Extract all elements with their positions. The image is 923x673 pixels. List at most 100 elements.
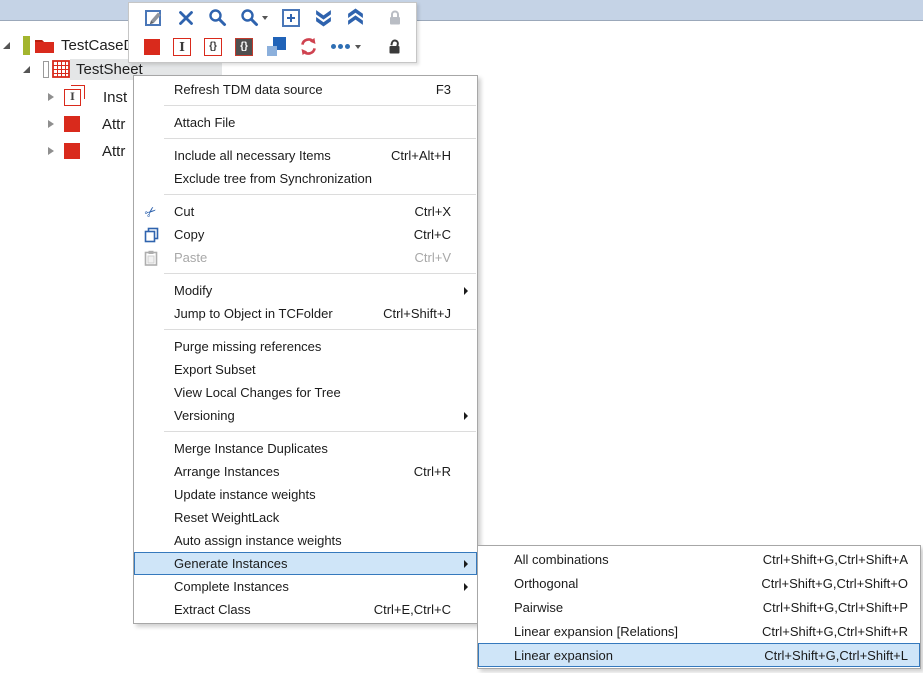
menu-item-exclude-tree[interactable]: Exclude tree from Synchronization bbox=[134, 167, 477, 190]
menu-item-modify[interactable]: Modify bbox=[134, 279, 477, 302]
submenu-arrow-icon bbox=[464, 560, 468, 568]
tree-item-testcase[interactable]: TestCaseD bbox=[3, 34, 140, 56]
menu-item-shortcut: Ctrl+Shift+G,Ctrl+Shift+O bbox=[761, 576, 908, 591]
braces-box-icon: {} bbox=[204, 38, 222, 56]
menu-item-purge-references[interactable]: Purge missing references bbox=[134, 335, 477, 358]
menu-item-label: Paste bbox=[174, 250, 397, 265]
table-icon bbox=[52, 60, 70, 78]
menu-item-shortcut: Ctrl+Shift+G,Ctrl+Shift+R bbox=[762, 624, 908, 639]
submenu-arrow-icon bbox=[464, 412, 468, 420]
menu-item-label: Generate Instances bbox=[174, 556, 451, 571]
submenu-item-all-combinations[interactable]: All combinations Ctrl+Shift+G,Ctrl+Shift… bbox=[478, 547, 920, 571]
menu-item-extract-class[interactable]: Extract Class Ctrl+E,Ctrl+C bbox=[134, 598, 477, 621]
menu-item-generate-instances[interactable]: Generate Instances bbox=[134, 552, 477, 575]
menu-item-label: Cut bbox=[174, 204, 397, 219]
submenu-item-linear-expansion[interactable]: Linear expansion Ctrl+Shift+G,Ctrl+Shift… bbox=[478, 643, 920, 667]
menu-item-merge-duplicates[interactable]: Merge Instance Duplicates bbox=[134, 437, 477, 460]
context-menu: Refresh TDM data source F3 Attach File I… bbox=[133, 75, 478, 624]
menu-item-label: Arrange Instances bbox=[174, 464, 396, 479]
instance-box-icon: I bbox=[173, 38, 191, 56]
zoom-dropdown-icon bbox=[240, 8, 259, 27]
menu-separator bbox=[164, 194, 476, 195]
add-item-button[interactable] bbox=[281, 8, 301, 28]
menu-item-copy[interactable]: Copy Ctrl+C bbox=[134, 223, 477, 246]
copy-sheet-button[interactable] bbox=[266, 37, 286, 57]
collapse-all-button[interactable] bbox=[346, 8, 365, 27]
edit-icon bbox=[144, 8, 164, 28]
instance-icon: I bbox=[64, 89, 81, 106]
lock-dark-button[interactable] bbox=[387, 38, 402, 56]
menu-item-shortcut: Ctrl+Shift+G,Ctrl+Shift+L bbox=[764, 648, 908, 663]
menu-separator bbox=[164, 105, 476, 106]
instance-button[interactable]: I bbox=[173, 38, 191, 56]
menu-item-shortcut: Ctrl+Shift+G,Ctrl+Shift+P bbox=[763, 600, 908, 615]
delete-button[interactable] bbox=[177, 9, 195, 27]
menu-item-shortcut: Ctrl+X bbox=[415, 204, 451, 219]
menu-item-shortcut: Ctrl+Alt+H bbox=[391, 148, 451, 163]
menu-item-update-weights[interactable]: Update instance weights bbox=[134, 483, 477, 506]
menu-item-cut[interactable]: ✂ Cut Ctrl+X bbox=[134, 200, 477, 223]
submenu-arrow-icon bbox=[464, 583, 468, 591]
toolbar-row-1 bbox=[129, 3, 416, 32]
menu-item-auto-assign-weights[interactable]: Auto assign instance weights bbox=[134, 529, 477, 552]
menu-item-label: Attach File bbox=[174, 115, 451, 130]
submenu-item-linear-expansion-relations[interactable]: Linear expansion [Relations] Ctrl+Shift+… bbox=[478, 619, 920, 643]
menu-item-label: Export Subset bbox=[174, 362, 451, 377]
edit-button[interactable] bbox=[144, 8, 164, 28]
expand-toggle-icon[interactable] bbox=[3, 42, 10, 49]
menu-item-shortcut: Ctrl+E,Ctrl+C bbox=[374, 602, 451, 617]
toolbar-row-2: I {} {} bbox=[129, 32, 416, 61]
collapse-all-icon bbox=[346, 8, 365, 27]
menu-item-arrange-instances[interactable]: Arrange Instances Ctrl+R bbox=[134, 460, 477, 483]
expand-all-button[interactable] bbox=[314, 8, 333, 27]
menu-item-label: Include all necessary Items bbox=[174, 148, 373, 163]
menu-item-label: Purge missing references bbox=[174, 339, 451, 354]
menu-item-label: Jump to Object in TCFolder bbox=[174, 306, 365, 321]
braces-button[interactable]: {} bbox=[204, 38, 222, 56]
braces-active-button[interactable]: {} bbox=[235, 38, 253, 56]
tree-item-attr-2[interactable]: Attr bbox=[48, 140, 131, 162]
menu-item-label: Extract Class bbox=[174, 602, 356, 617]
more-options-button[interactable] bbox=[331, 44, 361, 49]
refresh-icon bbox=[299, 37, 318, 56]
floating-toolbar: I {} {} bbox=[128, 2, 417, 63]
menu-item-versioning[interactable]: Versioning bbox=[134, 404, 477, 427]
collapse-toggle-icon[interactable] bbox=[48, 147, 54, 155]
zoom-options-button[interactable] bbox=[240, 8, 268, 27]
attribute-button[interactable] bbox=[144, 39, 160, 55]
submenu-arrow-icon bbox=[464, 287, 468, 295]
menu-item-label: Copy bbox=[174, 227, 396, 242]
status-bar-icon bbox=[43, 61, 49, 78]
menu-item-refresh-tdm[interactable]: Refresh TDM data source F3 bbox=[134, 78, 477, 101]
lock-button[interactable] bbox=[388, 9, 402, 27]
menu-item-attach-file[interactable]: Attach File bbox=[134, 111, 477, 134]
menu-item-view-local-changes[interactable]: View Local Changes for Tree bbox=[134, 381, 477, 404]
menu-separator bbox=[164, 138, 476, 139]
tree-item-attr-1[interactable]: Attr bbox=[48, 113, 131, 135]
menu-item-complete-instances[interactable]: Complete Instances bbox=[134, 575, 477, 598]
attribute-icon bbox=[64, 116, 80, 132]
menu-item-shortcut: Ctrl+V bbox=[415, 250, 451, 265]
tree-item-inst[interactable]: I Inst bbox=[48, 86, 133, 108]
menu-item-label: Pairwise bbox=[514, 600, 563, 615]
menu-item-label: Refresh TDM data source bbox=[174, 82, 418, 97]
tree-item-label: Inst bbox=[97, 87, 133, 108]
menu-item-shortcut: F3 bbox=[436, 82, 451, 97]
status-bar-icon bbox=[23, 36, 30, 55]
red-square-icon bbox=[144, 39, 160, 55]
zoom-button[interactable] bbox=[208, 8, 227, 27]
collapse-toggle-icon[interactable] bbox=[48, 93, 54, 101]
collapse-toggle-icon[interactable] bbox=[48, 120, 54, 128]
expand-all-icon bbox=[314, 8, 333, 27]
expand-toggle-icon[interactable] bbox=[23, 66, 30, 73]
refresh-button[interactable] bbox=[299, 37, 318, 56]
submenu-item-pairwise[interactable]: Pairwise Ctrl+Shift+G,Ctrl+Shift+P bbox=[478, 595, 920, 619]
paste-icon bbox=[140, 250, 162, 266]
lock-dark-icon bbox=[387, 38, 402, 56]
submenu-item-orthogonal[interactable]: Orthogonal Ctrl+Shift+G,Ctrl+Shift+O bbox=[478, 571, 920, 595]
menu-item-export-subset[interactable]: Export Subset bbox=[134, 358, 477, 381]
menu-item-reset-weightlack[interactable]: Reset WeightLack bbox=[134, 506, 477, 529]
menu-item-jump-tcfolder[interactable]: Jump to Object in TCFolder Ctrl+Shift+J bbox=[134, 302, 477, 325]
menu-item-include-items[interactable]: Include all necessary Items Ctrl+Alt+H bbox=[134, 144, 477, 167]
menu-item-label: Merge Instance Duplicates bbox=[174, 441, 451, 456]
